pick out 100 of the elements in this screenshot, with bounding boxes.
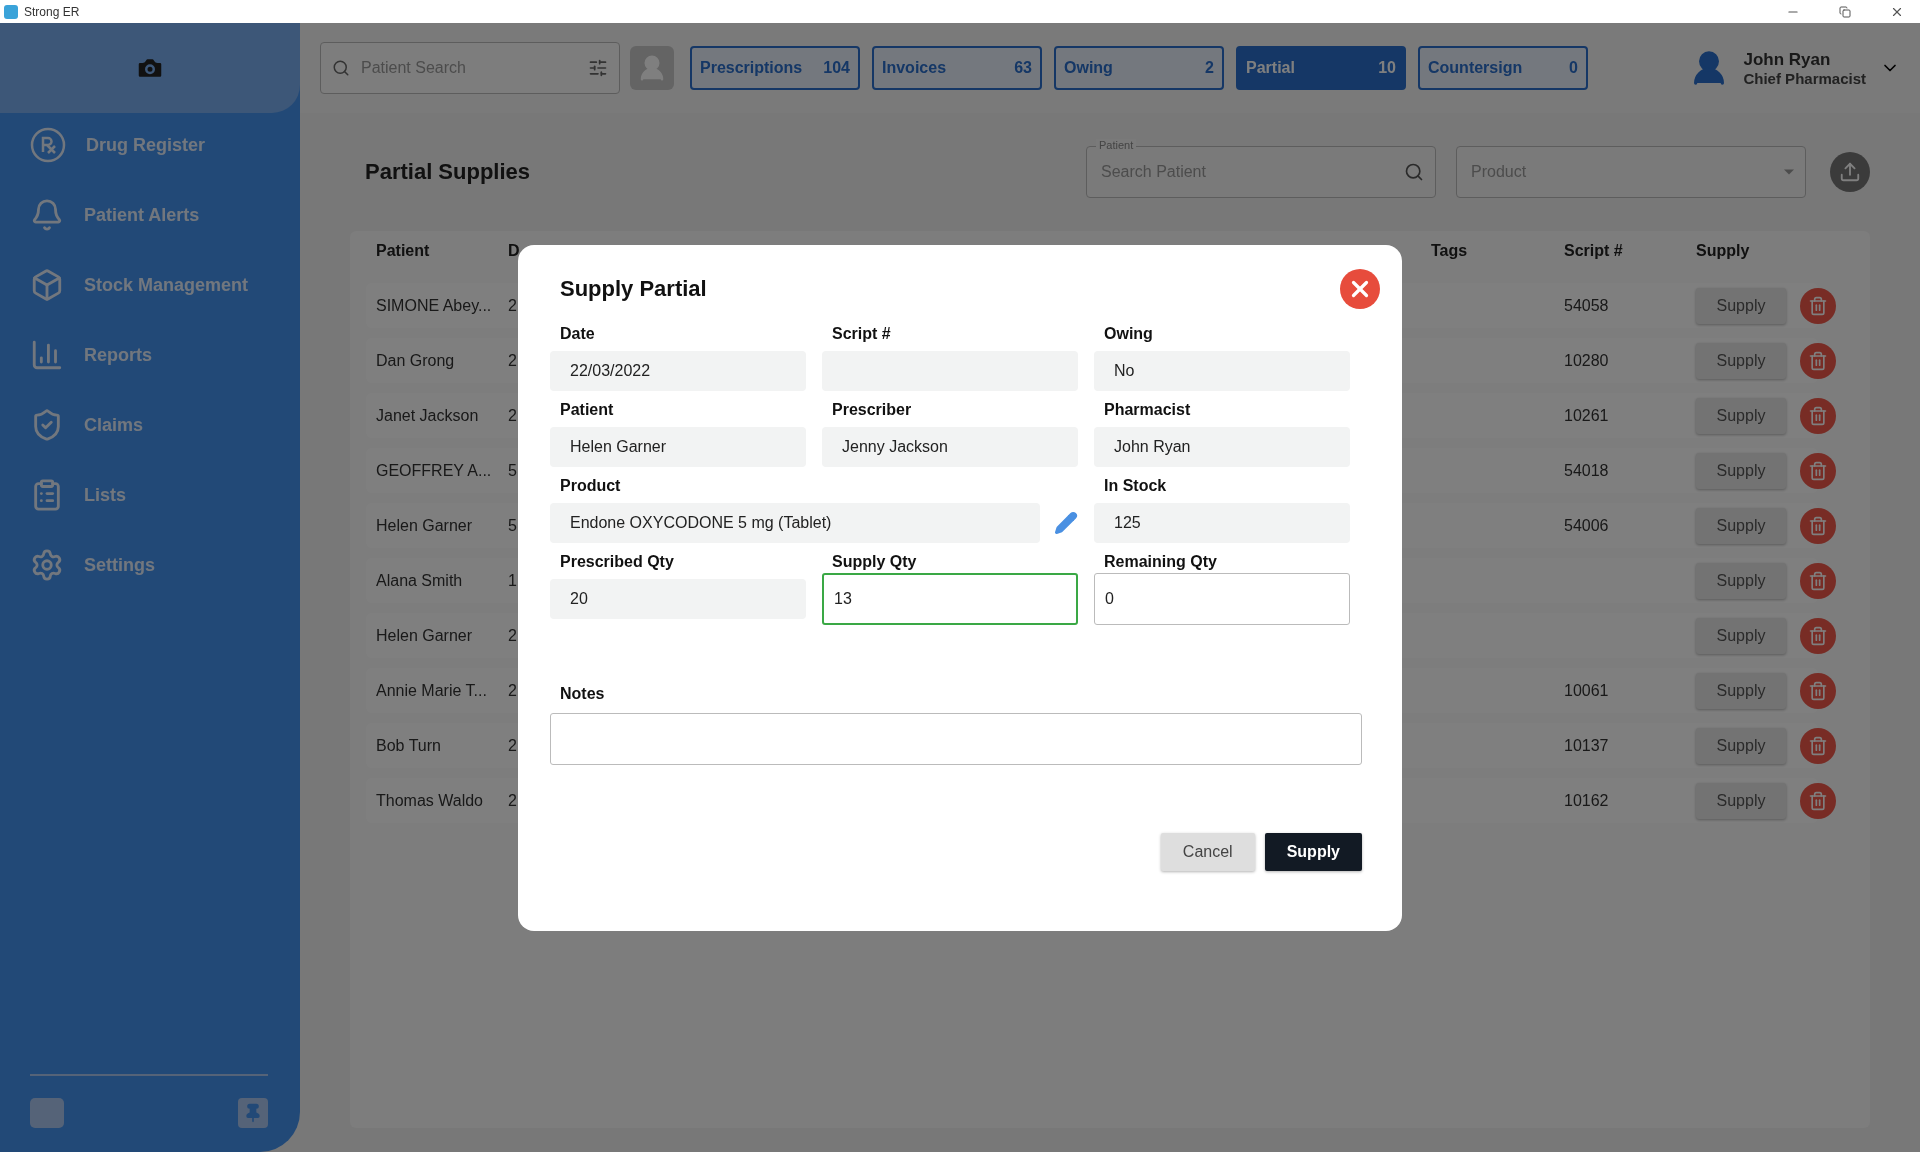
trash-icon [1808,405,1828,426]
pin-button[interactable] [238,1098,268,1128]
column-header: Tags [1431,242,1468,260]
table-cell: 1 [508,571,517,590]
cancel-button[interactable]: Cancel [1160,832,1255,871]
supply-button[interactable]: Supply [1696,727,1786,764]
table-cell: GEOFFREY A... [376,461,492,480]
table-cell: 2 [508,791,517,810]
delete-button[interactable] [1800,727,1836,764]
table-cell: 2 [508,406,517,425]
search-icon [1404,162,1424,182]
readonly-field: Helen Garner [550,426,806,467]
logo-icon [30,1098,64,1128]
upload-icon [1839,161,1861,183]
input-field[interactable]: 13 [822,572,1078,625]
delete-button[interactable] [1800,507,1836,544]
supply-button[interactable]: Supply [1696,452,1786,489]
delete-button[interactable] [1800,342,1836,379]
table-cell: 54018 [1564,461,1609,480]
user-role: Chief Pharmacist [1743,69,1866,87]
tab[interactable]: Prescriptions 104 [690,46,860,90]
delete-button[interactable] [1800,397,1836,434]
table-cell: 5 [508,516,517,535]
table-cell: Thomas Waldo [376,791,483,810]
field-label: Script # [831,324,892,344]
column-header: Supply [1696,242,1750,260]
table-cell: 10280 [1564,351,1609,370]
tab[interactable]: Countersign 0 [1418,46,1588,90]
table-cell: 54006 [1564,516,1609,535]
supply-button[interactable]: Supply [1696,782,1786,819]
rx-icon [30,127,66,163]
input-field[interactable]: 0 [1094,572,1350,625]
sidebar-item[interactable]: Lists [30,477,300,513]
trash-icon [1808,460,1828,481]
supply-button[interactable]: Supply [1696,617,1786,654]
column-header: D [508,242,520,260]
supply-button[interactable]: Supply [1696,507,1786,544]
field-label: In Stock [1103,476,1168,496]
supply-button[interactable]: Supply [1264,832,1362,871]
field-label: Notes [559,684,606,704]
bell-icon [30,198,64,232]
delete-button[interactable] [1800,287,1836,324]
filter-icon[interactable] [588,58,608,78]
field-label: Prescriber [831,400,913,420]
notes-field[interactable] [550,712,1362,765]
sidebar-item[interactable]: Drug Register [30,127,300,163]
supply-button[interactable]: Supply [1696,287,1786,324]
delete-button[interactable] [1800,782,1836,819]
search-icon [332,59,350,77]
table-cell: 10162 [1564,791,1609,810]
delete-button[interactable] [1800,617,1836,654]
trash-icon [1808,625,1828,646]
table-cell: 10261 [1564,406,1609,425]
supply-button[interactable]: Supply [1696,342,1786,379]
sidebar-item[interactable]: Patient Alerts [30,197,300,233]
field-label: Prescribed Qty [559,552,675,572]
settings-icon [30,548,64,582]
table-cell: 2 [508,736,517,755]
readonly-field: 22/03/2022 [550,350,806,391]
table-cell: Janet Jackson [376,406,479,425]
tab[interactable]: Owing 2 [1054,46,1224,90]
supply-button[interactable]: Supply [1696,397,1786,434]
table-cell: Bob Turn [376,736,441,755]
table-cell: SIMONE Abey... [376,296,492,315]
table-cell: 2 [508,626,517,645]
delete-button[interactable] [1800,672,1836,709]
close-button[interactable] [1340,268,1380,309]
tab[interactable]: Invoices 63 [872,46,1042,90]
sidebar-item[interactable]: Settings [30,547,300,583]
column-header: Script # [1564,242,1623,260]
field-label: Date [559,324,596,344]
readonly-field: John Ryan [1094,426,1350,467]
delete-button[interactable] [1800,452,1836,489]
restore-icon[interactable] [1839,5,1851,18]
delete-button[interactable] [1800,562,1836,599]
trash-icon [1808,515,1828,536]
supply-button[interactable]: Supply [1696,562,1786,599]
add-user-button[interactable] [630,46,674,90]
sidebar-item[interactable]: Reports [30,337,300,373]
supply-button[interactable]: Supply [1696,672,1786,709]
trash-icon [1808,570,1828,591]
readonly-field: Jenny Jackson [822,426,1078,467]
trash-icon [1808,680,1828,701]
trash-icon [1808,295,1828,316]
trash-icon [1808,735,1828,756]
caret-icon [1784,169,1794,175]
tab[interactable]: Partial 10 [1236,46,1406,90]
field-label: Supply Qty [831,552,918,572]
sidebar-item[interactable]: Claims [30,407,300,443]
table-cell: 2 [508,351,517,370]
upload-button[interactable] [1830,152,1870,192]
table-cell: 5 [508,461,517,480]
sidebar-item[interactable]: Stock Management [30,267,300,303]
pencil-icon[interactable] [1054,510,1078,535]
app-icon [4,4,18,19]
readonly-field: Endone OXYCODONE 5 mg (Tablet) [550,502,1040,543]
trash-icon [1808,350,1828,371]
readonly-field: 125 [1094,502,1350,543]
table-cell: Annie Marie T... [376,681,487,700]
field-label: Remaining Qty [1103,552,1218,572]
